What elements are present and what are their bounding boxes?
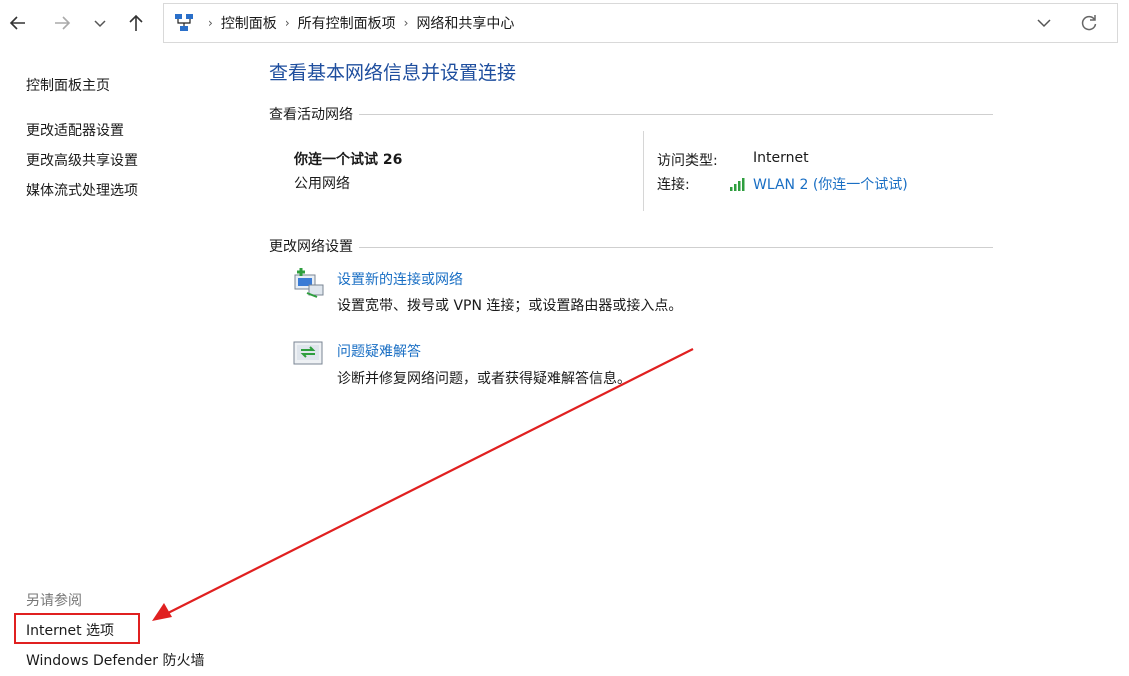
connection-label: 连接: — [657, 177, 690, 193]
wifi-signal-icon — [730, 178, 745, 191]
see-also-heading: 另请参阅 — [26, 593, 82, 609]
troubleshoot-link[interactable]: 问题疑难解答 — [337, 341, 421, 361]
divider — [643, 131, 644, 211]
chevron-down-icon — [94, 20, 106, 28]
troubleshoot-description: 诊断并修复网络问题，或者获得疑难解答信息。 — [337, 371, 631, 387]
navigation-bar: › 控制面板 › 所有控制面板项 › 网络和共享中心 — [0, 0, 1129, 46]
access-type-value: Internet — [753, 150, 809, 166]
new-connection-icon — [294, 268, 324, 298]
sidebar-item-home[interactable]: 控制面板主页 — [26, 75, 110, 95]
address-bar[interactable]: › 控制面板 › 所有控制面板项 › 网络和共享中心 — [163, 3, 1118, 43]
network-center-icon — [175, 14, 193, 31]
breadcrumb-network-center[interactable]: 网络和共享中心 — [416, 13, 514, 33]
address-dropdown-icon[interactable] — [1034, 13, 1054, 33]
back-arrow-icon — [9, 16, 25, 30]
annotation-arrow — [152, 348, 694, 621]
divider — [269, 114, 993, 115]
sidebar-item-media-streaming[interactable]: 媒体流式处理选项 — [26, 180, 138, 200]
connection-link[interactable]: WLAN 2 (你连一个试试) — [753, 174, 908, 194]
network-name: 你连一个试试 26 — [294, 152, 403, 168]
page-title: 查看基本网络信息并设置连接 — [269, 62, 517, 84]
highlight-box — [14, 613, 140, 644]
divider — [269, 247, 993, 248]
setup-connection-link[interactable]: 设置新的连接或网络 — [337, 269, 463, 289]
breadcrumb-all-items[interactable]: 所有控制面板项 — [298, 13, 396, 33]
breadcrumb: › 控制面板 › 所有控制面板项 › 网络和共享中心 — [200, 4, 514, 42]
troubleshoot-icon — [293, 341, 323, 365]
forward-arrow-icon — [55, 16, 71, 30]
up-arrow-icon — [129, 14, 143, 31]
back-button[interactable] — [3, 8, 33, 38]
sidebar-item-defender-firewall[interactable]: Windows Defender 防火墙 — [26, 650, 204, 670]
chevron-right-icon: › — [208, 16, 213, 30]
chevron-right-icon: › — [284, 16, 290, 30]
change-settings-heading: 更改网络设置 — [269, 236, 359, 256]
up-button[interactable] — [121, 8, 151, 38]
refresh-icon[interactable] — [1079, 13, 1099, 33]
forward-button[interactable] — [47, 8, 77, 38]
chevron-right-icon: › — [403, 16, 409, 30]
breadcrumb-control-panel[interactable]: 控制面板 — [221, 13, 277, 33]
sidebar-item-advanced-sharing[interactable]: 更改高级共享设置 — [26, 150, 138, 170]
access-type-label: 访问类型: — [657, 153, 718, 169]
setup-connection-description: 设置宽带、拨号或 VPN 连接；或设置路由器或接入点。 — [337, 298, 683, 314]
sidebar-item-adapter-settings[interactable]: 更改适配器设置 — [26, 120, 124, 140]
recent-locations-button[interactable] — [85, 8, 115, 38]
active-networks-heading: 查看活动网络 — [269, 104, 359, 124]
network-category[interactable]: 公用网络 — [294, 173, 350, 193]
